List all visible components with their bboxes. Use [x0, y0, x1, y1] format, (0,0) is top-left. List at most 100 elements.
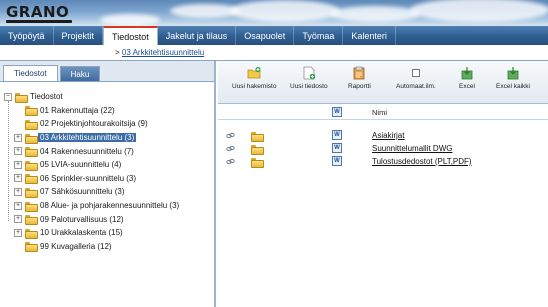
tab-kalenteri[interactable]: Kalenteri [343, 26, 396, 45]
tab-projektit[interactable]: Projektit [54, 26, 104, 45]
new-folder-label: Uusi hakemisto [232, 83, 277, 90]
tree-item[interactable]: + 05 LVIA-suunnittelu (4) [0, 158, 214, 172]
link-icon[interactable] [226, 145, 235, 152]
folder-icon [15, 92, 28, 103]
tab-tiedostot-panel[interactable]: Tiedostot [3, 65, 58, 81]
tree-item-label: 04 Rakennesuunnittelu (7) [40, 146, 134, 156]
tree-item-label: 06 Sprinkler-suunnittelu (3) [40, 173, 137, 183]
word-icon: W [332, 156, 342, 166]
new-folder-button[interactable]: Uusi hakemisto [232, 66, 276, 90]
excel-download-icon [461, 67, 473, 80]
grid-header: W Nimi [218, 104, 548, 120]
tree-item[interactable]: + 10 Urakkalaskenta (15) [0, 226, 214, 240]
file-grid: W Nimi W Asiakirjat W Suunnittelumallit … [218, 104, 548, 168]
expand-icon[interactable]: + [14, 201, 22, 210]
tab-tyopoyta[interactable]: Työpöytä [0, 26, 54, 45]
tab-osapuolet[interactable]: Osapuolet [236, 26, 295, 45]
new-file-icon [303, 66, 316, 80]
tree-item[interactable]: 02 Projektinjohtourakoitsija (9) [0, 117, 214, 131]
checkbox-icon[interactable] [409, 66, 423, 80]
tree-item-label: 03 Arkkitehtisuunnittelu (3) [38, 133, 137, 143]
tab-haku[interactable]: Haku [59, 66, 101, 81]
tree-item[interactable]: + 07 Sähkösuunnittelu (3) [0, 185, 214, 199]
file-panel: Uusi hakemisto Uusi tiedosto Raportti Au… [218, 61, 548, 307]
main-nav: Työpöytä Projektit Tiedostot Jakelut ja … [0, 26, 548, 45]
excel-button[interactable]: Excel [459, 66, 475, 90]
auto-notify-toggle[interactable]: Automaat.ilm. [396, 66, 436, 90]
folder-icon [25, 160, 38, 171]
excel-all-label: Excel kaikki [496, 83, 530, 90]
new-file-button[interactable]: Uusi tiedosto [290, 66, 328, 90]
report-label: Raportti [348, 83, 371, 90]
expand-icon[interactable]: + [14, 187, 22, 196]
breadcrumb-link-current[interactable]: 03 Arkkitehtisuunnittelu [122, 48, 204, 57]
folder-icon [25, 147, 38, 158]
link-icon[interactable] [226, 158, 235, 165]
folder-icon [25, 119, 38, 130]
auto-notify-label: Automaat.ilm. [396, 83, 436, 90]
tree-item-label: 09 Paloturvallisuus (12) [40, 214, 124, 224]
folder-panel: Tiedostot Haku − Tiedostot 01 Rakennutta… [0, 61, 216, 307]
tab-tyomaa[interactable]: Työmaa [294, 26, 344, 45]
tree-item-label: 07 Sähkösuunnittelu (3) [40, 187, 125, 197]
expand-icon[interactable]: + [14, 215, 22, 224]
left-panel-tabs: Tiedostot Haku [0, 61, 214, 82]
tab-tiedostot[interactable]: Tiedostot [103, 26, 158, 45]
excel-label: Excel [459, 83, 475, 90]
expand-icon[interactable]: + [14, 133, 22, 142]
tree-item[interactable]: + 04 Rakennesuunnittelu (7) [0, 144, 214, 158]
report-button[interactable]: Raportti [348, 66, 371, 90]
word-icon: W [332, 107, 342, 117]
row-name-link[interactable]: Asiakirjat [372, 131, 404, 140]
new-file-label: Uusi tiedosto [290, 83, 328, 90]
breadcrumb: > 03 Arkkitehtisuunnittelu [115, 48, 204, 57]
tree-item[interactable]: + 09 Paloturvallisuus (12) [0, 212, 214, 226]
tree-item-selected[interactable]: + 03 Arkkitehtisuunnittelu (3) [0, 131, 214, 145]
grano-logo[interactable]: GRANO [6, 3, 69, 21]
tree-item-label: 99 Kuvagalleria (12) [40, 241, 112, 251]
tree-item[interactable]: + 06 Sprinkler-suunnittelu (3) [0, 172, 214, 186]
file-toolbar: Uusi hakemisto Uusi tiedosto Raportti Au… [218, 61, 548, 104]
tree-root[interactable]: − Tiedostot [0, 90, 214, 104]
link-icon[interactable] [226, 132, 235, 139]
row-name-link[interactable]: Suunnittelumallit DWG [372, 144, 452, 153]
tree-item-label: 10 Urakkalaskenta (15) [40, 228, 123, 238]
breadcrumb-bar: > 03 Arkkitehtisuunnittelu [0, 45, 548, 61]
folder-icon [25, 174, 38, 185]
expand-icon[interactable]: + [14, 147, 22, 156]
folder-icon [25, 228, 38, 239]
row-name-link[interactable]: Tulostusdedostot (PLT,PDF) [372, 157, 472, 166]
folder-icon [251, 158, 264, 168]
folder-icon [25, 201, 38, 212]
breadcrumb-separator: > [115, 48, 120, 57]
tree-root-label: Tiedostot [30, 92, 63, 102]
folder-icon [251, 145, 264, 155]
folder-icon [25, 242, 38, 253]
tree-item-label: 08 Alue- ja pohjarakennesuunnittelu (3) [40, 201, 180, 211]
folder-icon [25, 106, 38, 117]
tree-item-label: 02 Projektinjohtourakoitsija (9) [40, 119, 148, 129]
folder-icon [25, 187, 38, 198]
tree-item[interactable]: + 08 Alue- ja pohjarakennesuunnittelu (3… [0, 199, 214, 213]
expand-icon[interactable]: + [14, 228, 22, 237]
excel-download-all-icon [507, 67, 519, 80]
folder-icon [251, 132, 264, 142]
column-header-name[interactable]: Nimi [372, 108, 387, 117]
tab-jakelut-ja-tilaus[interactable]: Jakelut ja tilaus [158, 26, 237, 45]
excel-all-button[interactable]: Excel kaikki [496, 66, 530, 90]
folder-icon [25, 133, 38, 144]
table-row[interactable]: W Suunnittelumallit DWG [218, 142, 548, 155]
report-icon [353, 66, 365, 80]
word-icon: W [332, 130, 342, 140]
expand-icon[interactable]: + [14, 174, 22, 183]
table-row[interactable]: W Asiakirjat [218, 129, 548, 142]
tree-item[interactable]: 01 Rakennuttaja (22) [0, 104, 214, 118]
table-row[interactable]: W Tulostusdedostot (PLT,PDF) [218, 155, 548, 168]
expand-icon[interactable]: + [14, 160, 22, 169]
folder-tree: − Tiedostot 01 Rakennuttaja (22) 02 Proj… [0, 82, 214, 253]
tree-item-label: 01 Rakennuttaja (22) [40, 105, 115, 115]
tree-item-label: 05 LVIA-suunnittelu (4) [40, 160, 122, 170]
tree-item[interactable]: 99 Kuvagalleria (12) [0, 240, 214, 254]
new-folder-icon [247, 66, 261, 79]
collapse-icon[interactable]: − [4, 92, 12, 101]
